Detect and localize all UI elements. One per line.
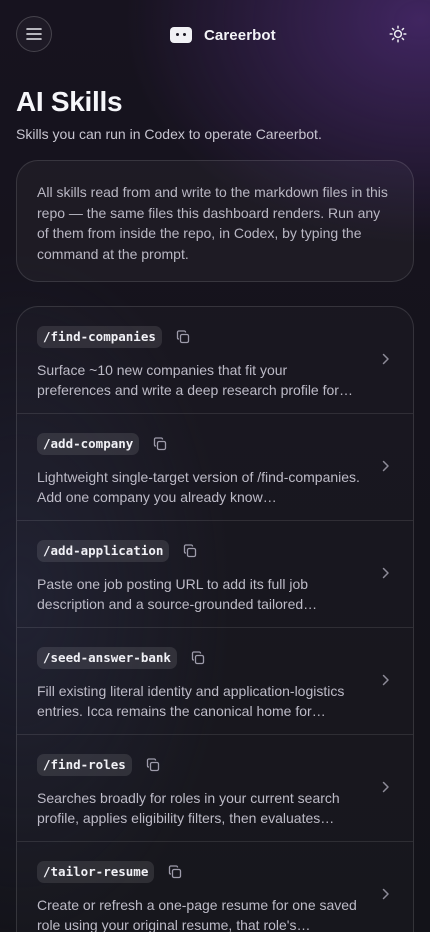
skill-description: Lightweight single-target version of /fi… — [37, 469, 360, 505]
skill-row[interactable]: /find-companies Surface ~10 new companie… — [17, 307, 413, 414]
skill-command: /add-application — [37, 540, 170, 562]
copy-icon — [191, 651, 205, 665]
skill-description: Fill existing literal identity and appli… — [37, 683, 345, 719]
skill-description: Surface ~10 new companies that fit your … — [37, 362, 353, 398]
skill-row[interactable]: /add-company Lightweight single-target v… — [17, 414, 413, 521]
chevron-right-icon — [379, 459, 393, 473]
copy-icon — [176, 330, 190, 344]
copy-command-button[interactable] — [189, 649, 207, 667]
copy-command-button[interactable] — [151, 435, 169, 453]
skill-description: Paste one job posting URL to add its ful… — [37, 576, 318, 612]
info-text: All skills read from and write to the ma… — [37, 184, 388, 262]
copy-icon — [154, 437, 167, 451]
copy-command-button[interactable] — [166, 863, 184, 881]
skill-command: /find-companies — [37, 326, 162, 348]
brand[interactable]: Careerbot — [170, 24, 276, 46]
theme-toggle-button[interactable] — [388, 24, 408, 44]
copy-command-button[interactable] — [144, 756, 162, 774]
skill-row[interactable]: /add-application Paste one job posting U… — [17, 521, 413, 628]
copy-icon — [184, 544, 197, 558]
skill-command: /seed-answer-bank — [37, 647, 177, 669]
skill-command: /find-roles — [37, 754, 132, 776]
skill-command: /add-company — [37, 433, 140, 455]
menu-button[interactable] — [16, 16, 52, 52]
copy-command-button[interactable] — [181, 542, 199, 560]
chevron-right-icon — [379, 673, 393, 687]
copy-icon — [169, 865, 182, 879]
skill-row[interactable]: /seed-answer-bank Fill existing literal … — [17, 628, 413, 735]
app-name: Careerbot — [204, 26, 276, 44]
skills-list: /find-companies Surface ~10 new companie… — [16, 306, 414, 932]
skill-description: Searches broadly for roles in your curre… — [37, 790, 340, 826]
copy-icon — [146, 758, 159, 772]
skill-command: /tailor-resume — [37, 861, 155, 883]
copy-command-button[interactable] — [174, 328, 192, 346]
page-title: AI Skills — [16, 86, 123, 117]
bot-face-icon — [170, 27, 192, 43]
chevron-right-icon — [379, 780, 393, 794]
skill-row[interactable]: /find-roles Searches broadly for roles i… — [17, 735, 413, 842]
skill-row[interactable]: /tailor-resume Create or refresh a one-p… — [17, 842, 413, 932]
info-card: All skills read from and write to the ma… — [16, 160, 414, 282]
hamburger-menu-icon — [26, 28, 42, 40]
chevron-right-icon — [379, 352, 393, 366]
chevron-right-icon — [379, 887, 393, 901]
page-subtitle: Skills you can run in Codex to operate C… — [16, 126, 322, 142]
chevron-right-icon — [379, 566, 393, 580]
skill-description: Create or refresh a one-page resume for … — [37, 897, 357, 932]
sun-icon — [389, 25, 407, 43]
top-bar: Careerbot — [0, 0, 430, 70]
